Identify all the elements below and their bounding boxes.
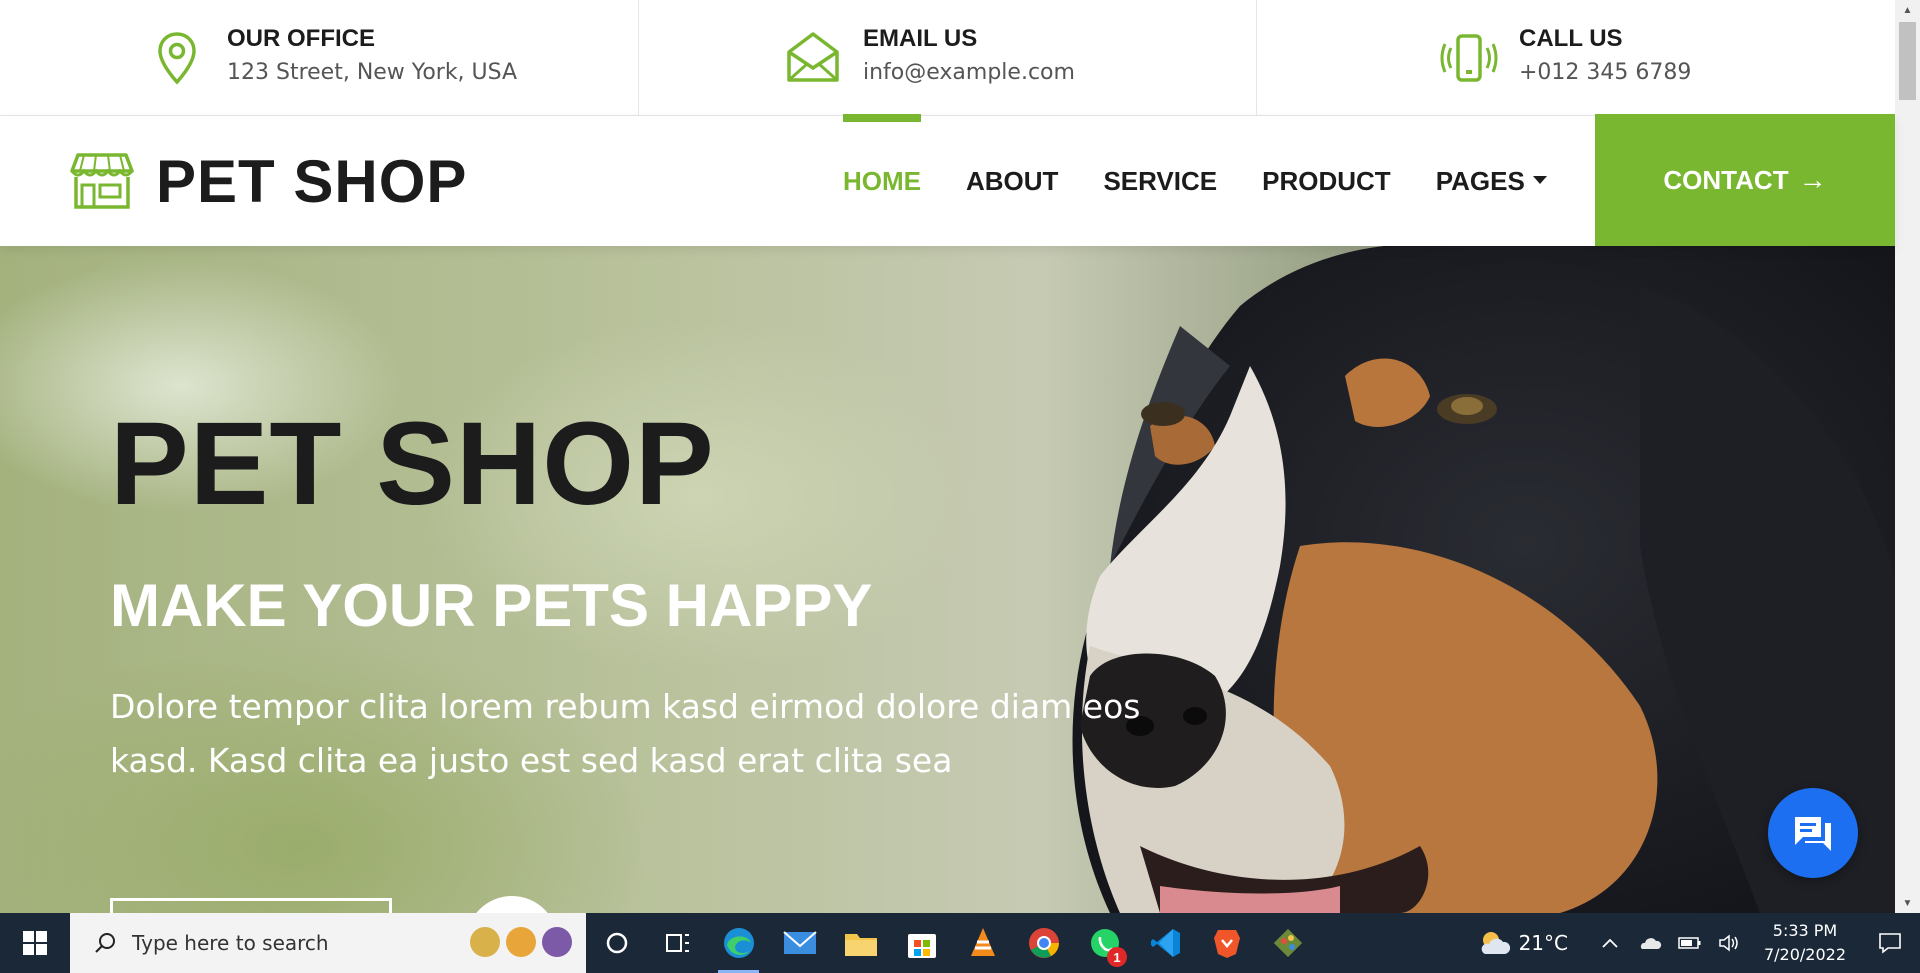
nav-home[interactable]: HOME [843,114,921,246]
search-highlight-icon [470,927,572,957]
task-view-icon[interactable] [647,913,708,973]
nav-about[interactable]: ABOUT [966,116,1058,246]
whatsapp-notification-badge: 1 [1107,947,1127,967]
hero-subtitle: MAKE YOUR PETS HAPPY [110,572,873,639]
edge-icon[interactable] [708,913,769,973]
caret-down-icon [1532,176,1547,185]
scroll-up-arrow-icon[interactable]: ▲ [1895,0,1920,20]
phone-title: CALL US [1519,25,1623,52]
main-menu: HOME ABOUT SERVICE PRODUCT PAGES [843,114,1592,246]
storefront-icon [70,153,134,209]
cortana-icon[interactable] [586,913,647,973]
nav-service[interactable]: SERVICE [1103,116,1217,246]
partly-cloudy-icon [1481,932,1510,954]
system-tray: 21°C 5:33 PM 7/20/2022 [1477,913,1920,973]
contact-label: CONTACT [1663,164,1789,195]
office-address: 123 Street, New York, USA [227,60,518,85]
hero-banner: PET SHOP MAKE YOUR PETS HAPPY Dolore tem… [0,246,1895,913]
email-address[interactable]: info@example.com [863,54,1075,92]
volume-icon[interactable] [1710,913,1750,973]
arrow-right-icon: → [1798,164,1827,195]
onedrive-cloud-icon[interactable] [1630,913,1670,973]
hero-title: PET SHOP [110,398,715,530]
top-info-bar: OUR OFFICE 123 Street, New York, USA EMA… [0,0,1895,116]
email-title: EMAIL US [863,25,978,52]
store-icon[interactable] [891,913,952,973]
office-title: OUR OFFICE [227,25,375,52]
main-navbar: PET SHOP HOME ABOUT SERVICE PRODUCT PAGE… [0,114,1895,246]
brand-name: PET SHOP [156,147,468,215]
phone-number[interactable]: +012 345 6789 [1519,54,1691,92]
taskbar-search-box[interactable]: Type here to search [70,913,586,973]
nav-pages-label: PAGES [1435,166,1525,196]
email-info: EMAIL US info@example.com [639,0,1257,116]
chat-button[interactable] [1768,788,1858,878]
contact-button[interactable]: CONTACT → [1595,114,1895,246]
brave-icon[interactable] [1196,913,1257,973]
page-scrollbar[interactable]: ▲ ▼ [1895,0,1920,913]
nav-pages-dropdown[interactable]: PAGES [1436,116,1547,246]
scroll-down-arrow-icon[interactable]: ▼ [1895,893,1920,913]
chat-icon [1795,817,1831,851]
hero-outline-button[interactable] [110,898,392,913]
phone-info: CALL US +012 345 6789 [1257,0,1895,116]
taskbar-clock[interactable]: 5:33 PM 7/20/2022 [1750,919,1860,967]
search-icon [95,933,115,953]
vscode-icon[interactable] [1135,913,1196,973]
windows-start-icon[interactable] [0,913,70,973]
clock-date: 7/20/2022 [1763,945,1847,964]
search-placeholder: Type here to search [132,931,329,955]
map-pin-icon [145,26,209,90]
phone-vibrate-icon [1437,26,1501,90]
weather-temp: 21°C [1518,931,1568,955]
mail-icon[interactable] [769,913,830,973]
chevron-up-icon[interactable] [1590,913,1630,973]
brand-logo[interactable]: PET SHOP [70,116,467,246]
chrome-icon[interactable] [1013,913,1074,973]
envelope-icon [781,26,845,90]
notification-center-icon[interactable] [1860,913,1920,973]
clock-time: 5:33 PM [1772,921,1838,940]
whatsapp-icon[interactable]: 1 [1074,913,1135,973]
scroll-thumb[interactable] [1899,22,1916,100]
nav-product[interactable]: PRODUCT [1262,116,1391,246]
battery-icon[interactable] [1670,913,1710,973]
git-icon[interactable] [1257,913,1318,973]
hero-description: Dolore tempor clita lorem rebum kasd eir… [110,687,1141,780]
windows-taskbar: Type here to search 1 21°C 5:33 PM 7/20/… [0,913,1920,973]
file-explorer-icon[interactable] [830,913,891,973]
weather-widget[interactable]: 21°C [1477,928,1568,958]
vlc-icon[interactable] [952,913,1013,973]
office-info: OUR OFFICE 123 Street, New York, USA [0,0,639,116]
